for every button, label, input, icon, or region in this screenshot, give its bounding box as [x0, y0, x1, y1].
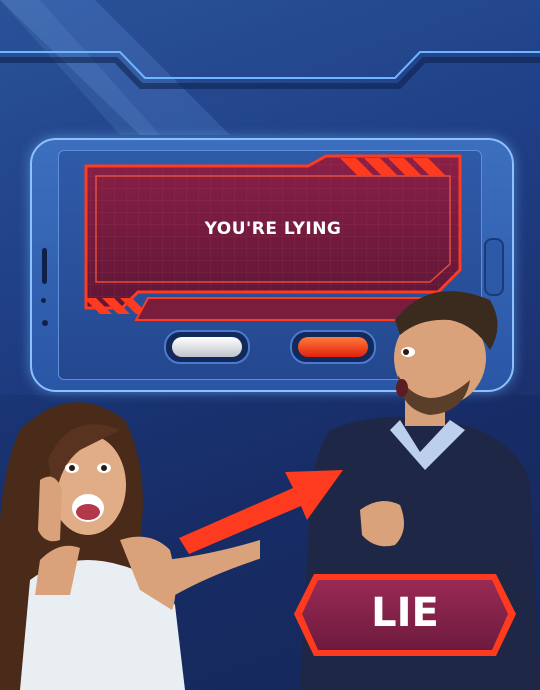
- pointer-arrow: [179, 470, 343, 554]
- phone-camera-2: [41, 298, 46, 303]
- truth-button-fill: [172, 337, 242, 357]
- phone-camera: [42, 320, 48, 326]
- phone-speaker: [42, 248, 47, 284]
- truth-button[interactable]: [164, 330, 250, 364]
- lie-label: LIE: [371, 590, 439, 636]
- message-text: YOU'RE LYING: [204, 219, 342, 239]
